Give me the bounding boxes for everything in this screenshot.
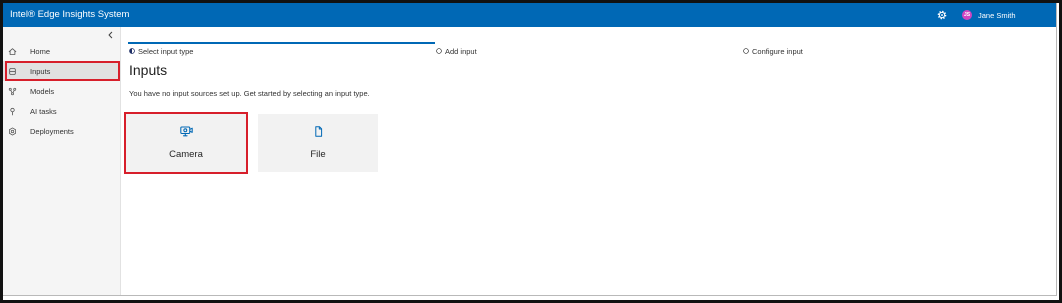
inputs-icon [8, 67, 17, 76]
page-title: Inputs [129, 62, 168, 78]
input-type-label: Camera [169, 149, 203, 160]
sidebar-nav: Home Inputs Models AI tasks Deployments [3, 41, 120, 141]
step-configure-input: Configure input [742, 42, 1049, 58]
sidebar-item-label: AI tasks [30, 106, 57, 116]
home-icon [8, 47, 17, 56]
step-label: Select input type [138, 46, 194, 56]
input-type-label: File [310, 149, 326, 160]
step-in-progress-icon [129, 48, 135, 54]
sidebar-item-deployments[interactable]: Deployments [3, 121, 120, 141]
sidebar-item-label: Models [30, 86, 55, 96]
app-title: Intel® Edge Insights System [10, 9, 130, 20]
chevron-left-icon[interactable] [106, 30, 115, 40]
sidebar-item-inputs[interactable]: Inputs [3, 61, 120, 81]
sidebar-item-ai-tasks[interactable]: AI tasks [3, 101, 120, 121]
empty-state-message: You have no input sources set up. Get st… [129, 89, 370, 98]
models-icon [8, 87, 17, 96]
deployments-icon [8, 127, 17, 136]
sidebar-item-label: Inputs [30, 66, 51, 76]
step-add-input: Add input [435, 42, 742, 58]
step-pending-icon [436, 48, 442, 54]
top-bar: Intel® Edge Insights System JS Jane Smit… [3, 3, 1056, 27]
app-window: Intel® Edge Insights System JS Jane Smit… [3, 3, 1057, 296]
gear-icon[interactable] [937, 10, 947, 20]
sidebar-item-label: Deployments [30, 126, 74, 136]
step-label: Add input [445, 46, 477, 56]
camera-icon [179, 126, 193, 137]
file-icon [312, 126, 325, 137]
sidebar-item-home[interactable]: Home [3, 41, 120, 61]
input-type-camera-card[interactable]: Camera [126, 114, 246, 172]
step-label: Configure input [752, 46, 803, 56]
sidebar-item-label: Home [30, 46, 51, 56]
input-type-options: Camera File [126, 114, 378, 172]
user-name: Jane Smith [978, 10, 1016, 20]
sidebar-item-models[interactable]: Models [3, 81, 120, 101]
sidebar: Home Inputs Models AI tasks Deployments [3, 27, 121, 295]
input-type-file-card[interactable]: File [258, 114, 378, 172]
screenshot-frame: Intel® Edge Insights System JS Jane Smit… [0, 0, 1062, 303]
ai-tasks-icon [8, 107, 17, 116]
user-menu[interactable]: JS Jane Smith [962, 3, 1016, 27]
step-pending-icon [743, 48, 749, 54]
main-content: Select input type Add input Configure in… [121, 27, 1056, 295]
step-select-input-type: Select input type [128, 42, 435, 58]
avatar: JS [962, 10, 972, 20]
